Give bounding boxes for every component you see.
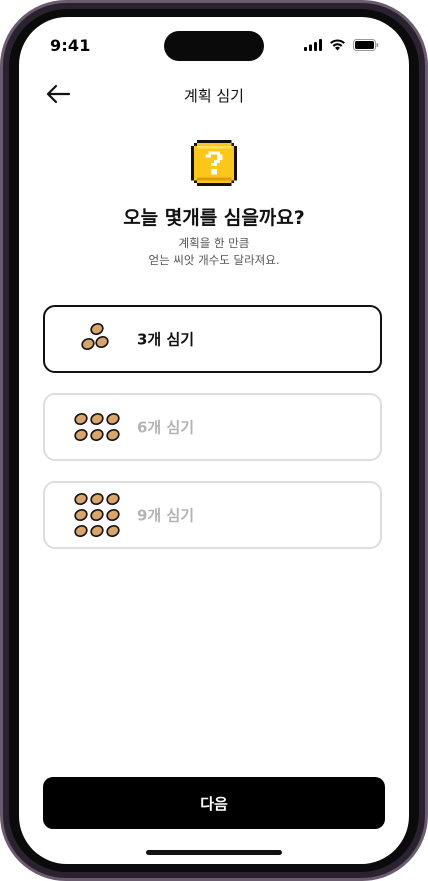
status-time: 9:41 bbox=[50, 36, 91, 55]
home-indicator[interactable] bbox=[146, 850, 282, 855]
seeds-3-icon bbox=[81, 323, 109, 350]
next-button[interactable]: 다음 bbox=[43, 777, 385, 829]
page-title: 계획 심기 bbox=[184, 87, 244, 105]
question-block-icon bbox=[191, 140, 237, 186]
option-label: 9개 심기 bbox=[137, 506, 195, 525]
screen: 9:41 계획 심기 오늘 몇개를 심을까요? 계획을 한 만큼 얻는 씨앗 개… bbox=[19, 17, 409, 864]
signal-icon bbox=[304, 39, 322, 51]
seeds-9-icon bbox=[74, 493, 120, 537]
option-label: 6개 심기 bbox=[137, 418, 195, 437]
option-label: 3개 심기 bbox=[137, 330, 195, 349]
subtext-line-1: 계획을 한 만큼 bbox=[178, 236, 250, 250]
wifi-icon bbox=[330, 39, 345, 51]
status-icons bbox=[304, 38, 379, 52]
option-9-seeds[interactable]: 9개 심기 bbox=[43, 481, 382, 549]
seeds-6-icon bbox=[74, 413, 120, 441]
headline: 오늘 몇개를 심을까요? bbox=[123, 207, 305, 229]
option-3-seeds[interactable]: 3개 심기 bbox=[43, 305, 382, 373]
subtext: 계획을 한 만큼 얻는 씨앗 개수도 달라져요. bbox=[19, 235, 409, 269]
subtext-line-2: 얻는 씨앗 개수도 달라져요. bbox=[148, 253, 280, 267]
option-6-seeds[interactable]: 6개 심기 bbox=[43, 393, 382, 461]
battery-icon bbox=[353, 39, 379, 51]
dynamic-island bbox=[164, 31, 264, 61]
